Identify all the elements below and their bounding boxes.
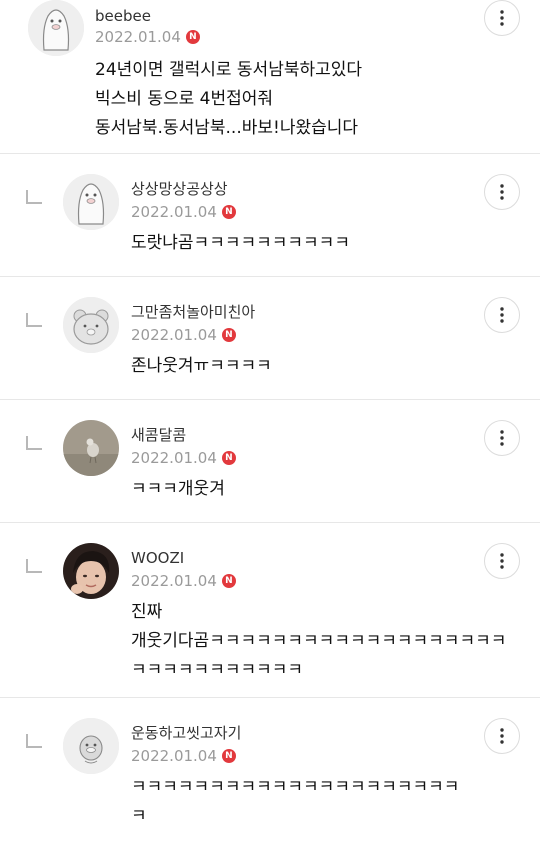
comment-text: 도랏냐곰ㅋㅋㅋㅋㅋㅋㅋㅋㅋㅋ xyxy=(131,233,350,253)
date-text: 2022.01.04 xyxy=(131,449,217,467)
comment-text: 존나웃겨ㅠㅋㅋㅋㅋ xyxy=(131,356,272,376)
comment-text: ㅋㅋㅋㅋㅋㅋㅋㅋㅋㅋㅋㅋㅋㅋㅋㅋㅋㅋㅋㅋㅋ ㅋ xyxy=(131,777,460,826)
comment-author[interactable]: 운동하고씻고자기 xyxy=(131,724,241,742)
comment-author[interactable]: 그만좀처놀아미친아 xyxy=(131,303,255,321)
comment-reply: 그만좀처놀아미친아 2022.01.04 N 존나웃겨ㅠㅋㅋㅋㅋ xyxy=(0,277,540,400)
reply-arrow-icon xyxy=(26,734,42,748)
more-vertical-icon xyxy=(500,184,504,200)
comment-author[interactable]: WOOZI xyxy=(131,549,184,567)
new-badge: N xyxy=(221,451,236,465)
avatar[interactable] xyxy=(63,297,119,353)
comment-date: 2022.01.04 N xyxy=(131,326,236,344)
comment-date: 2022.01.04 N xyxy=(131,449,236,467)
comment-date: 2022.01.04 N xyxy=(131,572,236,590)
more-options-button[interactable] xyxy=(484,420,520,456)
more-vertical-icon xyxy=(500,728,504,744)
bird-photo-avatar-icon xyxy=(63,420,119,476)
comment-reply: WOOZI 2022.01.04 N 진짜 개웃기다곰ㅋㅋㅋㅋㅋㅋㅋㅋㅋㅋㅋㅋㅋ… xyxy=(0,523,540,698)
date-text: 2022.01.04 xyxy=(131,747,217,765)
comment-text: 진짜 개웃기다곰ㅋㅋㅋㅋㅋㅋㅋㅋㅋㅋㅋㅋㅋㅋㅋㅋㅋㅋㅋ ㅋㅋㅋㅋㅋㅋㅋㅋㅋㅋㅋ xyxy=(131,602,507,680)
new-badge: N xyxy=(185,30,200,44)
reply-arrow-icon xyxy=(26,313,42,327)
comment-reply: 운동하고씻고자기 2022.01.04 N ㅋㅋㅋㅋㅋㅋㅋㅋㅋㅋㅋㅋㅋㅋㅋㅋㅋㅋ… xyxy=(0,698,540,849)
bear-avatar-icon xyxy=(63,297,119,353)
new-badge: N xyxy=(221,574,236,588)
date-text: 2022.01.04 xyxy=(95,28,181,46)
comment-author[interactable]: 새콤달콤 xyxy=(131,426,186,444)
comment-reply: 새콤달콤 2022.01.04 N ㅋㅋㅋ개웃겨 xyxy=(0,400,540,523)
comment-author[interactable]: beebee xyxy=(95,7,151,25)
avatar[interactable] xyxy=(63,174,119,230)
avatar[interactable] xyxy=(28,0,84,56)
comment-date: 2022.01.04 N xyxy=(95,28,200,46)
more-options-button[interactable] xyxy=(484,0,520,36)
penguin-avatar-icon xyxy=(63,174,119,230)
more-vertical-icon xyxy=(500,553,504,569)
more-vertical-icon xyxy=(500,307,504,323)
date-text: 2022.01.04 xyxy=(131,203,217,221)
reply-arrow-icon xyxy=(26,559,42,573)
more-options-button[interactable] xyxy=(484,297,520,333)
avatar[interactable] xyxy=(63,420,119,476)
avatar[interactable] xyxy=(63,543,119,599)
comment-text: ㅋㅋㅋ개웃겨 xyxy=(131,479,225,499)
new-badge: N xyxy=(221,205,236,219)
more-options-button[interactable] xyxy=(484,718,520,754)
date-text: 2022.01.04 xyxy=(131,326,217,344)
penguin-avatar-icon xyxy=(28,0,84,56)
duck-avatar-icon xyxy=(63,718,119,774)
new-badge: N xyxy=(221,749,236,763)
more-options-button[interactable] xyxy=(484,174,520,210)
new-badge: N xyxy=(221,328,236,342)
date-text: 2022.01.04 xyxy=(131,572,217,590)
comment-date: 2022.01.04 N xyxy=(131,203,236,221)
reply-arrow-icon xyxy=(26,190,42,204)
more-vertical-icon xyxy=(500,430,504,446)
comment-date: 2022.01.04 N xyxy=(131,747,236,765)
person-photo-avatar-icon xyxy=(63,543,119,599)
more-vertical-icon xyxy=(500,10,504,26)
comment-item: beebee 2022.01.04 N 24년이면 갤럭시로 동서남북하고있다 … xyxy=(0,0,540,154)
comment-text: 24년이면 갤럭시로 동서남북하고있다 빅스비 동으로 4번접어줘 동서남북.동… xyxy=(95,60,363,138)
comment-author[interactable]: 상상망상공상상 xyxy=(131,180,228,198)
avatar[interactable] xyxy=(63,718,119,774)
comment-reply: 상상망상공상상 2022.01.04 N 도랏냐곰ㅋㅋㅋㅋㅋㅋㅋㅋㅋㅋ xyxy=(0,154,540,277)
more-options-button[interactable] xyxy=(484,543,520,579)
reply-arrow-icon xyxy=(26,436,42,450)
